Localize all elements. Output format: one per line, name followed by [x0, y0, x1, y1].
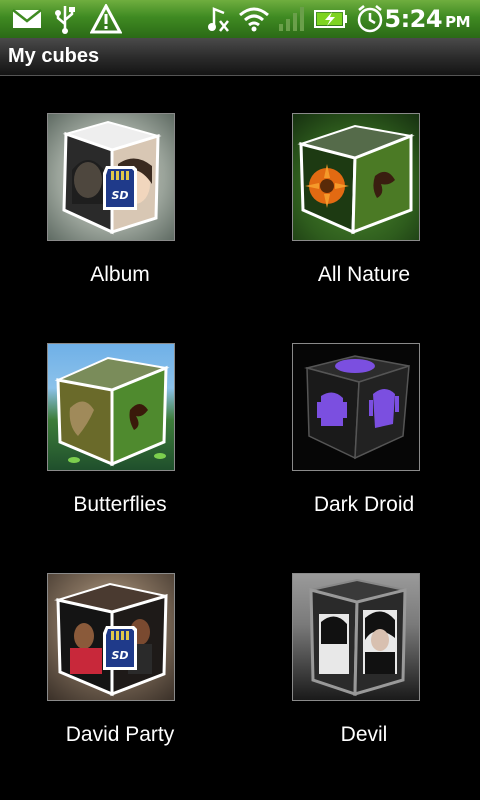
sd-card-icon: SD [103, 166, 137, 210]
cube-item-album[interactable]: SD Album [0, 75, 240, 305]
svg-text:SD: SD [111, 189, 128, 202]
cube-item-all-nature[interactable]: All Nature [240, 75, 480, 305]
page-title: My cubes [8, 45, 100, 67]
cube-image [304, 355, 410, 460]
clock-ampm: PM [445, 13, 470, 31]
cube-label: All Nature [317, 263, 411, 286]
title-bar: My cubes [0, 38, 480, 76]
cube-label: Butterflies [73, 493, 167, 516]
alarm-icon [357, 5, 383, 33]
cube-item-butterflies[interactable]: Butterflies [0, 305, 240, 535]
clock-time: 5:24 [384, 5, 443, 33]
cube-label: Devil [340, 723, 388, 746]
wifi-icon [239, 7, 269, 32]
cube-label: Dark Droid [313, 493, 415, 516]
battery-charging-icon [314, 10, 347, 28]
cube-item-david-party[interactable]: SD David Party [0, 535, 240, 765]
signal-icon [279, 7, 304, 31]
usb-icon [55, 6, 75, 34]
music-off-icon [208, 7, 229, 32]
mail-icon [12, 9, 42, 28]
cube-thumbnail [292, 573, 420, 701]
cube-thumbnail [47, 343, 175, 471]
sd-card-icon: SD [103, 626, 137, 670]
cube-item-dark-droid[interactable]: Dark Droid [240, 305, 480, 535]
cube-item-devil[interactable]: Devil [240, 535, 480, 765]
cube-thumbnail [292, 113, 420, 241]
cube-thumbnail [292, 343, 420, 471]
cube-label: Album [90, 263, 150, 286]
cube-image [297, 124, 415, 235]
cube-label: David Party [65, 723, 175, 746]
status-bar: 5:24 PM [0, 0, 480, 38]
clock: 5:24 PM [384, 5, 470, 33]
warning-icon [90, 4, 122, 34]
cube-image [54, 356, 170, 467]
cube-image [309, 578, 407, 697]
svg-text:SD: SD [111, 649, 128, 662]
